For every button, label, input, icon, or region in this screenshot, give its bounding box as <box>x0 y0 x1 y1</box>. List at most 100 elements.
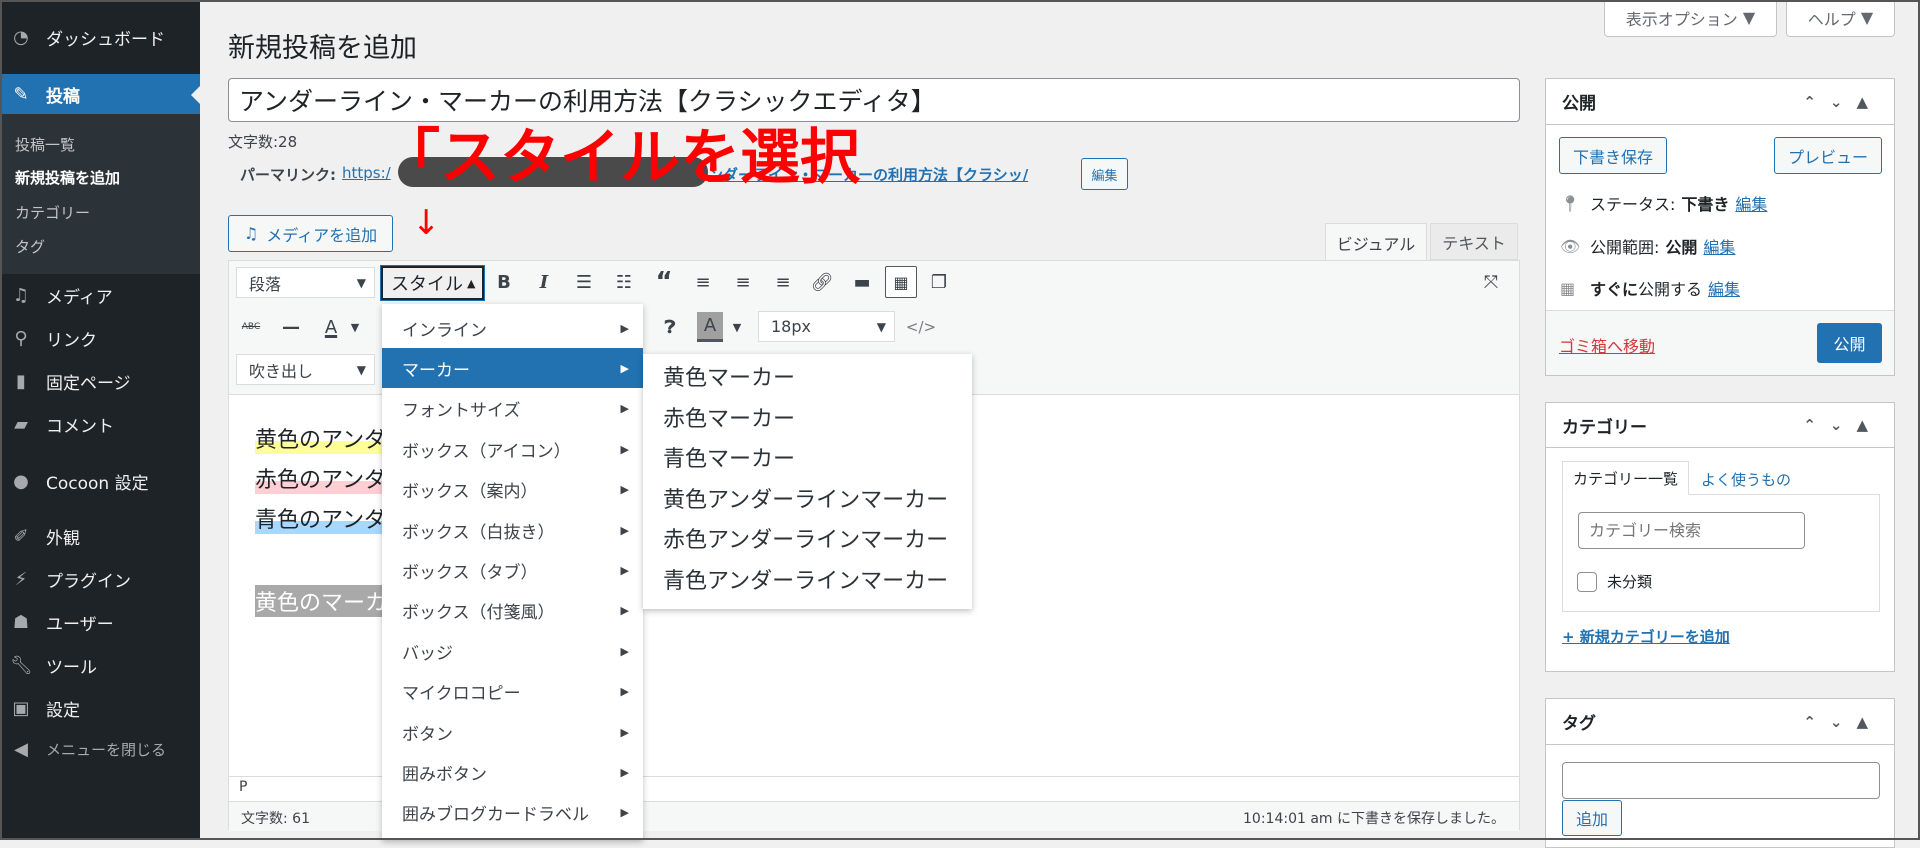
font-size-select[interactable]: 18px ▼ <box>758 311 895 342</box>
bullet-list-icon[interactable]: ☰ <box>569 267 599 297</box>
sidebar-item-links[interactable]: ⚲ リンク <box>0 318 200 358</box>
style-menu-item[interactable]: ボックス（タブ） ▶ <box>382 550 643 590</box>
background-color-icon[interactable]: A <box>697 312 723 342</box>
preview-button[interactable]: プレビュー <box>1774 137 1882 174</box>
marker-menu-item[interactable]: 青色アンダーラインマーカー <box>663 559 948 599</box>
style-menu-item-label: マーカー <box>402 360 470 381</box>
style-menu-item[interactable]: マーカー ▶ <box>382 348 643 389</box>
sidebar-item-plugins[interactable]: ⚡ プラグイン <box>0 559 200 599</box>
screen-options-button[interactable]: 表示オプション ▼ <box>1604 0 1777 37</box>
sidebar-item-cocoon[interactable]: ● Cocoon 設定 <box>0 461 200 501</box>
chevron-right-icon: ▶ <box>620 765 629 779</box>
save-draft-button[interactable]: 下書き保存 <box>1559 137 1667 174</box>
horizontal-line-icon[interactable]: — <box>276 312 306 342</box>
tags-box: タグ ⌃⌄▲ 追加 <box>1545 698 1895 848</box>
help-icon[interactable]: ❓︎ <box>655 312 685 342</box>
tab-all-categories[interactable]: カテゴリー一覧 <box>1562 461 1689 495</box>
box-controls-icon[interactable]: ⌃⌄▲ <box>1803 93 1882 111</box>
sidebar-item-media[interactable]: ♫ メディア <box>0 275 200 315</box>
italic-icon[interactable]: I <box>529 267 559 297</box>
read-more-icon[interactable]: ▬ <box>847 267 877 297</box>
sidebar-item-label: コメント <box>46 416 114 437</box>
sidebar-item-comments[interactable]: ▰ コメント <box>0 404 200 444</box>
chevron-right-icon: ▶ <box>620 563 629 577</box>
sidebar-item-tools[interactable]: 🔧︎ ツール <box>0 645 200 685</box>
sidebar-item-posts[interactable]: ✎ 投稿 <box>0 74 200 114</box>
style-menu-item[interactable]: ボックス（アイコン） ▶ <box>382 429 643 469</box>
style-menu-item[interactable]: ボックス（付箋風） ▶ <box>382 591 643 631</box>
submenu-categories[interactable]: カテゴリー <box>15 202 90 223</box>
sidebar-item-label: ツール <box>46 657 97 678</box>
align-right-icon[interactable]: ≡ <box>768 267 798 297</box>
style-menu-item[interactable]: ボックス（案内） ▶ <box>382 470 643 510</box>
toolbar-toggle-icon[interactable]: ▦ <box>885 266 917 298</box>
style-menu-item[interactable]: ボックス（白抜き） ▶ <box>382 510 643 550</box>
submenu-tags[interactable]: タグ <box>15 236 45 257</box>
blockquote-icon[interactable]: “ <box>649 267 679 297</box>
post-title-input[interactable]: アンダーライン・マーカーの利用方法【クラシックエディタ】 <box>228 78 1520 122</box>
code-icon[interactable]: </> <box>906 312 936 342</box>
text-color-dropdown-icon[interactable]: ▼ <box>345 312 365 342</box>
copy-icon[interactable]: ❐ <box>924 267 954 297</box>
permalink-edit-button[interactable]: 編集 <box>1081 158 1128 190</box>
edit-schedule-link[interactable]: 編集 <box>1708 276 1740 300</box>
sidebar-item-dashboard[interactable]: ◔ ダッシュボード <box>0 17 200 57</box>
publish-button[interactable]: 公開 <box>1817 323 1882 363</box>
add-new-category-link[interactable]: + 新規カテゴリーを追加 <box>1562 626 1730 647</box>
help-button[interactable]: ヘルプ ▼ <box>1786 0 1895 37</box>
category-checkbox[interactable] <box>1577 571 1597 592</box>
fullscreen-icon[interactable]: ⤧ <box>1476 267 1506 297</box>
content-line-red-underline[interactable]: 赤色のアンダ <box>255 462 387 494</box>
box-controls-icon[interactable]: ⌃⌄▲ <box>1803 713 1882 731</box>
style-menu-item[interactable]: 囲みブログカードラベル ▶ <box>382 793 643 833</box>
content-line-selected[interactable]: 黄色のマーカ <box>255 585 388 617</box>
format-select[interactable]: 段落 ▼ <box>236 267 375 298</box>
balloon-select[interactable]: 吹き出し ▼ <box>236 354 375 385</box>
link-icon[interactable]: 🔗︎ <box>807 267 837 297</box>
numbered-list-icon[interactable]: ☷ <box>609 267 639 297</box>
content-line-yellow-underline[interactable]: 黄色のアンダ <box>255 422 387 454</box>
sidebar-item-pages[interactable]: ▮ 固定ページ <box>0 361 200 401</box>
edit-status-link[interactable]: 編集 <box>1735 191 1767 215</box>
style-menu-item[interactable]: バッジ ▶ <box>382 631 643 671</box>
marker-menu-item[interactable]: 黄色アンダーラインマーカー <box>663 478 948 518</box>
wrench-icon: 🔧︎ <box>10 654 33 676</box>
text-color-icon[interactable]: A <box>316 312 346 342</box>
style-menu-item-label: 囲みブログカードラベル <box>402 805 589 826</box>
marker-menu-item[interactable]: 黄色マーカー <box>663 356 795 396</box>
category-item[interactable]: 未分類 <box>1577 571 1652 592</box>
marker-menu-item[interactable]: 赤色アンダーラインマーカー <box>663 518 948 558</box>
style-menu-item[interactable]: マイクロコピー ▶ <box>382 672 643 712</box>
sidebar-item-settings[interactable]: ▣ 設定 <box>0 688 200 728</box>
marker-menu-item[interactable]: 赤色マーカー <box>663 397 795 437</box>
style-menu-item[interactable]: インライン ▶ <box>382 308 643 348</box>
box-controls-icon[interactable]: ⌃⌄▲ <box>1803 416 1882 434</box>
tab-popular-categories[interactable]: よく使うもの <box>1701 469 1791 490</box>
style-menu-item[interactable]: 囲みボタン ▶ <box>382 752 643 792</box>
content-line-blue-underline[interactable]: 青色のアンダ <box>255 502 387 534</box>
submenu-add-new[interactable]: 新規投稿を追加 <box>15 167 120 188</box>
tab-text[interactable]: テキスト <box>1430 223 1518 260</box>
tab-visual[interactable]: ビジュアル <box>1325 223 1427 261</box>
edit-visibility-link[interactable]: 編集 <box>1703 234 1735 258</box>
title-char-count: 文字数:28 <box>228 133 298 151</box>
style-dropdown-menu: インライン ▶ マーカー ▶ フォントサイズ ▶ ボックス（アイコン） ▶ ボックス（案内） ▶ ボ… <box>382 304 643 840</box>
move-to-trash-link[interactable]: ゴミ箱へ移動 <box>1559 333 1655 357</box>
background-color-dropdown-icon[interactable]: ▼ <box>727 312 747 342</box>
tag-input[interactable] <box>1562 762 1880 799</box>
marker-menu-item[interactable]: 青色マーカー <box>663 437 795 477</box>
style-menu-item[interactable]: フォントサイズ ▶ <box>382 389 643 429</box>
align-center-icon[interactable]: ≡ <box>728 267 758 297</box>
submenu-all-posts[interactable]: 投稿一覧 <box>15 134 75 155</box>
collapse-menu-button[interactable]: ◀ メニューを閉じる <box>0 729 200 769</box>
category-search-input[interactable] <box>1578 512 1805 549</box>
style-button[interactable]: スタイル ▲ <box>380 265 485 301</box>
style-menu-item[interactable]: ボタン ▶ <box>382 712 643 752</box>
sidebar-item-appearance[interactable]: ✐ 外観 <box>0 516 200 556</box>
bold-icon[interactable]: B <box>489 267 519 297</box>
align-left-icon[interactable]: ≡ <box>688 267 718 297</box>
strikethrough-icon[interactable]: ABC <box>236 312 266 342</box>
add-media-button[interactable]: ♫ メディアを追加 <box>228 215 393 252</box>
add-tag-button[interactable]: 追加 <box>1562 800 1622 836</box>
sidebar-item-users[interactable]: ☗ ユーザー <box>0 602 200 642</box>
